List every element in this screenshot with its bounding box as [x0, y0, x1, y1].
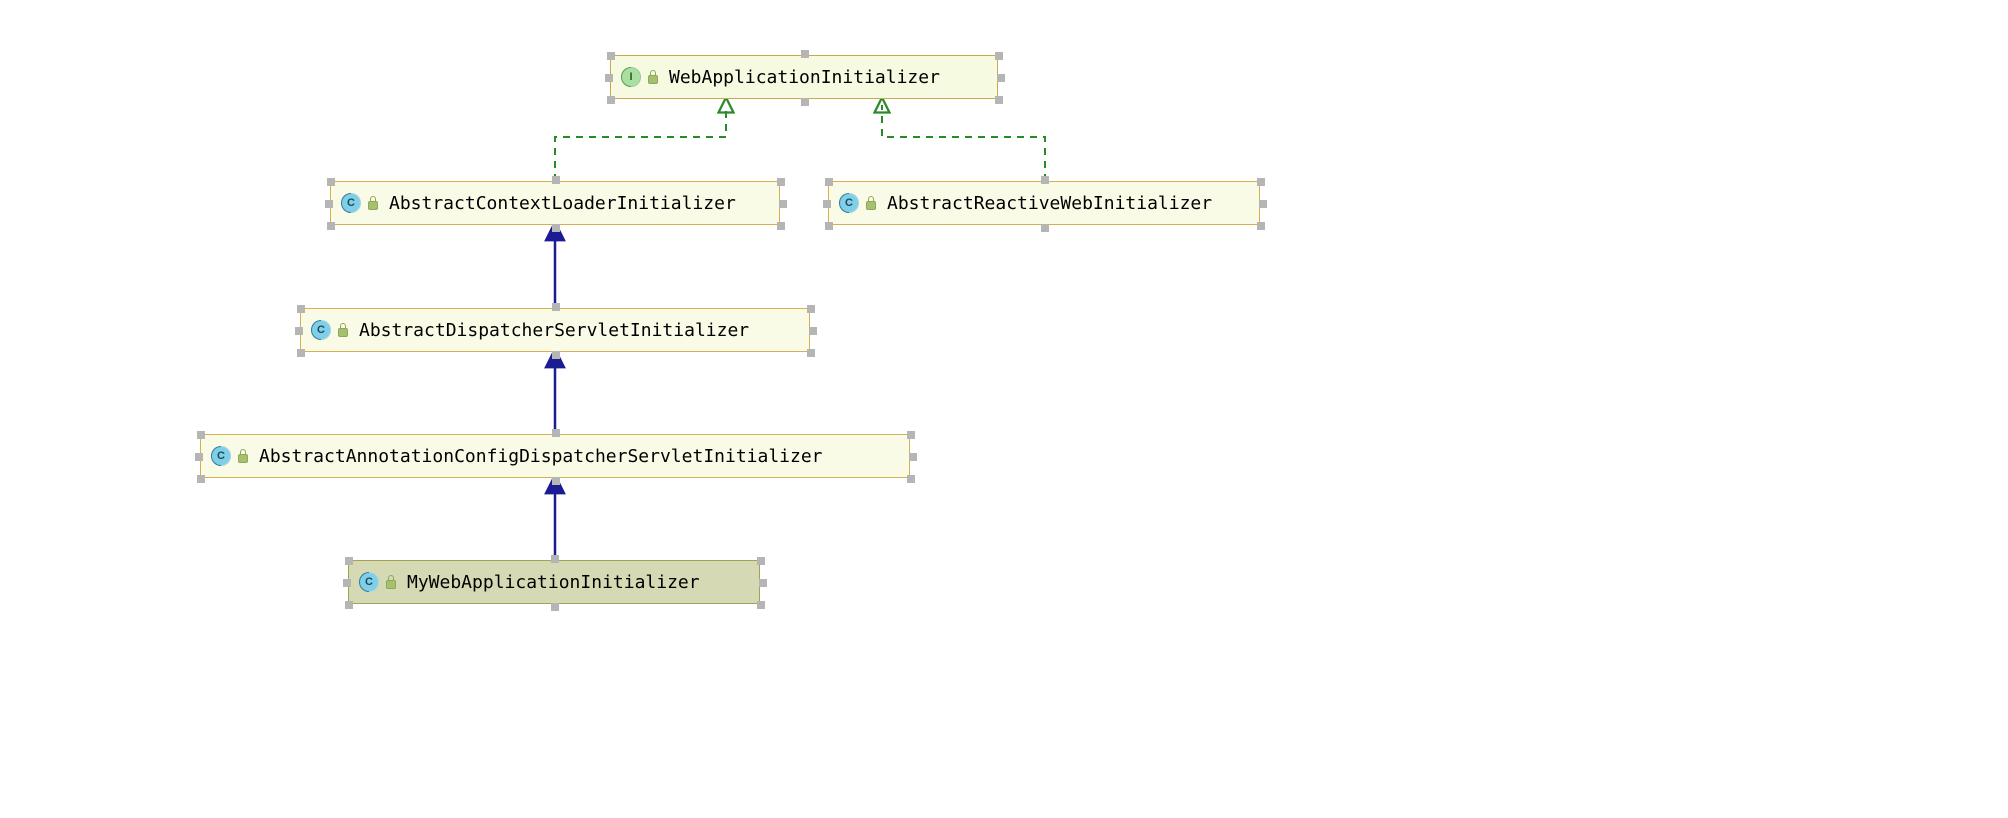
selection-handle[interactable] — [297, 349, 305, 357]
selection-handle[interactable] — [807, 305, 815, 313]
selection-handle[interactable] — [552, 477, 560, 485]
implements-connector — [555, 105, 726, 181]
selection-handle[interactable] — [825, 222, 833, 230]
node-label: WebApplicationInitializer — [669, 67, 940, 88]
class-node-abstrAnnCfg[interactable]: C AbstractAnnotationConfigDispatcherServl… — [200, 434, 910, 478]
node-label: AbstractDispatcherServletInitializer — [359, 320, 749, 341]
selection-handle[interactable] — [552, 224, 560, 232]
selection-handle[interactable] — [345, 601, 353, 609]
selection-handle[interactable] — [995, 52, 1003, 60]
selection-handle[interactable] — [1041, 224, 1049, 232]
lock-icon — [337, 323, 349, 337]
selection-handle[interactable] — [995, 96, 1003, 104]
implements-connector — [882, 105, 1045, 181]
selection-handle[interactable] — [823, 200, 831, 208]
node-label: AbstractReactiveWebInitializer — [887, 193, 1212, 214]
selection-handle[interactable] — [759, 579, 767, 587]
selection-handle[interactable] — [825, 178, 833, 186]
selection-handle[interactable] — [777, 178, 785, 186]
selection-handle[interactable] — [552, 303, 560, 311]
selection-handle[interactable] — [197, 431, 205, 439]
selection-handle[interactable] — [801, 50, 809, 58]
node-label: AbstractAnnotationConfigDispatcherServle… — [259, 446, 823, 467]
selection-handle[interactable] — [757, 557, 765, 565]
selection-handle[interactable] — [907, 475, 915, 483]
selection-handle[interactable] — [777, 222, 785, 230]
class-icon: C — [359, 572, 379, 592]
selection-handle[interactable] — [325, 200, 333, 208]
selection-handle[interactable] — [807, 349, 815, 357]
selection-handle[interactable] — [327, 222, 335, 230]
selection-handle[interactable] — [757, 601, 765, 609]
selection-handle[interactable] — [327, 178, 335, 186]
class-icon: C — [211, 446, 231, 466]
class-node-abstrDispatcher[interactable]: C AbstractDispatcherServletInitializer — [300, 308, 810, 352]
selection-handle[interactable] — [195, 453, 203, 461]
selection-handle[interactable] — [552, 429, 560, 437]
selection-handle[interactable] — [801, 98, 809, 106]
class-icon: C — [341, 193, 361, 213]
selection-handle[interactable] — [1257, 178, 1265, 186]
selection-handle[interactable] — [551, 603, 559, 611]
selection-handle[interactable] — [552, 176, 560, 184]
connector-layer — [0, 0, 2008, 818]
lock-icon — [865, 196, 877, 210]
uml-hierarchy-diagram: I WebApplicationInitializer C AbstractConte… — [0, 0, 2008, 818]
class-node-myWebApp[interactable]: C MyWebApplicationInitializer — [348, 560, 760, 604]
selection-handle[interactable] — [605, 74, 613, 82]
lock-icon — [647, 70, 659, 84]
class-icon: C — [839, 193, 859, 213]
node-label: AbstractContextLoaderInitializer — [389, 193, 736, 214]
selection-handle[interactable] — [552, 351, 560, 359]
lock-icon — [367, 196, 379, 210]
lock-icon — [385, 575, 397, 589]
lock-icon — [237, 449, 249, 463]
selection-handle[interactable] — [607, 96, 615, 104]
selection-handle[interactable] — [907, 431, 915, 439]
class-node-abstrCtxLoader[interactable]: C AbstractContextLoaderInitializer — [330, 181, 780, 225]
class-icon: C — [311, 320, 331, 340]
selection-handle[interactable] — [1257, 222, 1265, 230]
selection-handle[interactable] — [1041, 176, 1049, 184]
class-node-abstrReactive[interactable]: C AbstractReactiveWebInitializer — [828, 181, 1260, 225]
selection-handle[interactable] — [909, 453, 917, 461]
selection-handle[interactable] — [997, 74, 1005, 82]
interface-icon: I — [621, 67, 641, 87]
selection-handle[interactable] — [779, 200, 787, 208]
selection-handle[interactable] — [297, 305, 305, 313]
selection-handle[interactable] — [551, 555, 559, 563]
interface-node-webAppInit[interactable]: I WebApplicationInitializer — [610, 55, 998, 99]
selection-handle[interactable] — [343, 579, 351, 587]
selection-handle[interactable] — [607, 52, 615, 60]
selection-handle[interactable] — [345, 557, 353, 565]
selection-handle[interactable] — [1259, 200, 1267, 208]
selection-handle[interactable] — [295, 327, 303, 335]
node-label: MyWebApplicationInitializer — [407, 572, 700, 593]
selection-handle[interactable] — [809, 327, 817, 335]
selection-handle[interactable] — [197, 475, 205, 483]
